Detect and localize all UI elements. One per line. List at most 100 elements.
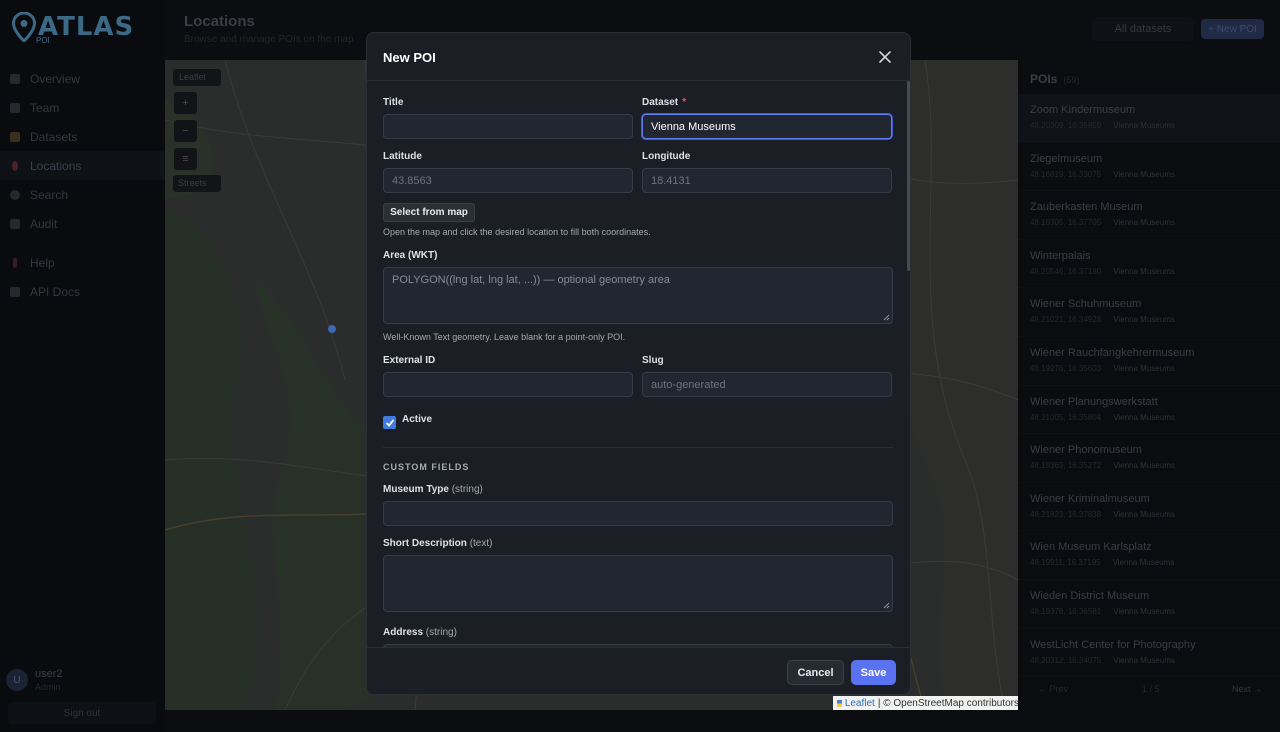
- poi-list-item[interactable]: Wiener Rauchfangkehrermuseum 48.19276, 16…: [1018, 337, 1280, 386]
- sidebar-item-label: API Docs: [30, 284, 81, 299]
- poi-meta: 48.20312, 16.34075 Vienna Museums: [1030, 656, 1268, 665]
- longitude-input[interactable]: 18.4131: [642, 168, 892, 193]
- short-description-label-text: Short Description: [383, 538, 467, 549]
- scroll-thumb[interactable]: [907, 81, 910, 271]
- dialog-footer: Cancel Save: [367, 647, 910, 694]
- section-divider: [383, 447, 893, 448]
- poi-coords: 48.19305, 16.37705: [1030, 218, 1102, 228]
- external-id-input[interactable]: [383, 372, 633, 397]
- next-page-button[interactable]: Next →: [1232, 684, 1262, 694]
- sidebar-item-help[interactable]: Help: [0, 248, 165, 277]
- poi-list-item[interactable]: Wieden District Museum 48.19378, 16.36581…: [1018, 580, 1280, 629]
- poi-name: Wiener Schuhmuseum: [1030, 298, 1142, 311]
- poi-list-item[interactable]: WestLicht Center for Photography 48.20312…: [1018, 629, 1280, 678]
- doc-icon: [10, 286, 20, 297]
- poi-panel: POIs (59) Zoom Kindermuseum 48.20309, 16.3…: [1018, 60, 1280, 710]
- map-attribution: Leaflet | © OpenStreetMap contributors: [833, 696, 1019, 710]
- sidebar-item-team[interactable]: Team: [0, 93, 165, 122]
- poi-panel-title: POIs (59): [1030, 72, 1079, 86]
- poi-dataset-tag: Vienna Museums: [1113, 412, 1175, 422]
- poi-title: POIs: [1030, 72, 1058, 86]
- zoom-in-button[interactable]: +: [174, 92, 197, 114]
- close-dialog-button[interactable]: [875, 47, 895, 67]
- poi-name: Wiener Rauchfangkehrermuseum: [1030, 346, 1195, 359]
- resize-grip-icon[interactable]: [883, 602, 890, 609]
- poi-list-item[interactable]: Zauberkasten Museum 48.19305, 16.37705 Vie…: [1018, 191, 1280, 240]
- poi-list-item[interactable]: Zoom Kindermuseum 48.20309, 16.35859 Vienn…: [1018, 94, 1280, 143]
- sidebar-item-label: Datasets: [30, 129, 78, 144]
- address-label-text: Address: [383, 627, 424, 638]
- zoom-out-button[interactable]: −: [174, 120, 197, 142]
- title-label: Title: [383, 97, 403, 108]
- poi-name: Ziegelmuseum: [1030, 152, 1103, 165]
- sidebar-nav: Overview Team Datasets Locations Search …: [0, 64, 165, 306]
- search-icon: [10, 189, 20, 200]
- poi-dataset-tag: Vienna Museums: [1112, 558, 1175, 568]
- poi-list-item[interactable]: Winterpalais 48.20546, 16.37180 Vienna Mus…: [1018, 240, 1280, 289]
- poi-name: Zauberkasten Museum: [1030, 201, 1143, 214]
- sidebar-item-overview[interactable]: Overview: [0, 64, 165, 93]
- poi-list-item[interactable]: Wiener Phonomuseum 48.19369, 16.35272 Vien…: [1018, 434, 1280, 483]
- custom-fields-heading: CUSTOM FIELDS: [383, 462, 470, 472]
- sidebar-item-locations[interactable]: Locations: [0, 151, 165, 180]
- user-card[interactable]: U user2 Admin: [6, 668, 63, 692]
- latitude-input[interactable]: 43.8563: [383, 168, 633, 193]
- external-id-label: External ID: [383, 355, 436, 366]
- active-checkbox[interactable]: [383, 416, 396, 429]
- poi-meta: 48.19378, 16.36581 Vienna Museums: [1030, 607, 1268, 616]
- checkmark-icon: [385, 418, 394, 427]
- slug-input[interactable]: auto-generated: [642, 372, 892, 397]
- sidebar-item-datasets[interactable]: Datasets: [0, 122, 165, 151]
- poi-name: Wiener Planungswerkstatt: [1030, 395, 1158, 408]
- cancel-button[interactable]: Cancel: [787, 660, 844, 685]
- dataset-filter-select[interactable]: All datasets: [1092, 17, 1194, 41]
- museum-type-input[interactable]: [383, 501, 893, 526]
- sign-out-button[interactable]: Sign out: [8, 702, 156, 724]
- short-description-type: (text): [469, 538, 493, 549]
- slug-label: Slug: [642, 355, 664, 366]
- help-icon: [13, 257, 17, 268]
- prev-page-button[interactable]: ← Prev: [1038, 684, 1068, 694]
- poi-coords: 48.20309, 16.35859: [1030, 121, 1102, 130]
- select-from-map-button[interactable]: Select from map: [383, 203, 475, 222]
- poi-list-item[interactable]: Wien Museum Karlsplatz 48.19911, 16.37195…: [1018, 531, 1280, 580]
- new-poi-dialog: New POI Title Dataset * Vienna Museums La…: [366, 32, 911, 695]
- poi-count: (59): [1063, 75, 1080, 85]
- poi-list: Zoom Kindermuseum 48.20309, 16.35859 Vienn…: [1018, 94, 1280, 678]
- poi-meta: 48.19276, 16.35603 Vienna Museums: [1030, 364, 1268, 373]
- dialog-header: New POI: [367, 33, 910, 81]
- dialog-scrollbar[interactable]: [907, 81, 910, 647]
- streets-layer-label[interactable]: Streets: [173, 175, 221, 192]
- new-poi-button[interactable]: + New POI: [1201, 19, 1264, 39]
- short-description-textarea[interactable]: [383, 555, 893, 612]
- poi-name: Wiener Kriminalmuseum: [1030, 492, 1150, 505]
- sidebar-item-api-docs[interactable]: API Docs: [0, 277, 165, 306]
- dialog-body[interactable]: Title Dataset * Vienna Museums Latitude 4…: [367, 81, 910, 647]
- atlas-logo[interactable]: ATLAS POI: [12, 12, 133, 46]
- poi-list-item[interactable]: Wiener Schuhmuseum 48.21021, 16.34928 Vien…: [1018, 288, 1280, 337]
- sidebar-item-search[interactable]: Search: [0, 180, 165, 209]
- title-input[interactable]: [383, 114, 633, 139]
- page-subtitle: Browse and manage POIs on the map: [184, 34, 354, 45]
- poi-list-item[interactable]: Ziegelmuseum 48.16819, 16.33075 Vienna Mus…: [1018, 143, 1280, 192]
- logo-text: ATLAS: [38, 12, 135, 42]
- leaflet-link[interactable]: Leaflet: [845, 698, 875, 709]
- poi-coords: 48.19369, 16.35272: [1030, 461, 1102, 471]
- dataset-select[interactable]: Vienna Museums: [642, 114, 892, 139]
- museum-type-label-text: Museum Type: [383, 484, 449, 495]
- poi-coords: 48.21021, 16.34928: [1030, 315, 1102, 325]
- resize-grip-icon[interactable]: [883, 314, 890, 321]
- sidebar-item-label: Help: [30, 255, 55, 270]
- save-button[interactable]: Save: [851, 660, 896, 685]
- poi-list-item[interactable]: Wiener Planungswerkstatt 48.21005, 16.358…: [1018, 386, 1280, 435]
- sidebar-item-audit[interactable]: Audit: [0, 209, 165, 238]
- poi-coords: 48.16819, 16.33075: [1030, 169, 1102, 179]
- layers-button[interactable]: ≡: [174, 148, 197, 170]
- users-icon: [10, 102, 20, 113]
- audit-icon: [10, 218, 20, 229]
- ukraine-flag-icon: [837, 699, 842, 707]
- active-label: Active: [402, 414, 433, 425]
- poi-list-item[interactable]: Wiener Kriminalmuseum 48.21823, 16.37838 V…: [1018, 483, 1280, 532]
- area-wkt-textarea[interactable]: POLYGON((lng lat, lng lat, ...)) — optio…: [383, 267, 893, 324]
